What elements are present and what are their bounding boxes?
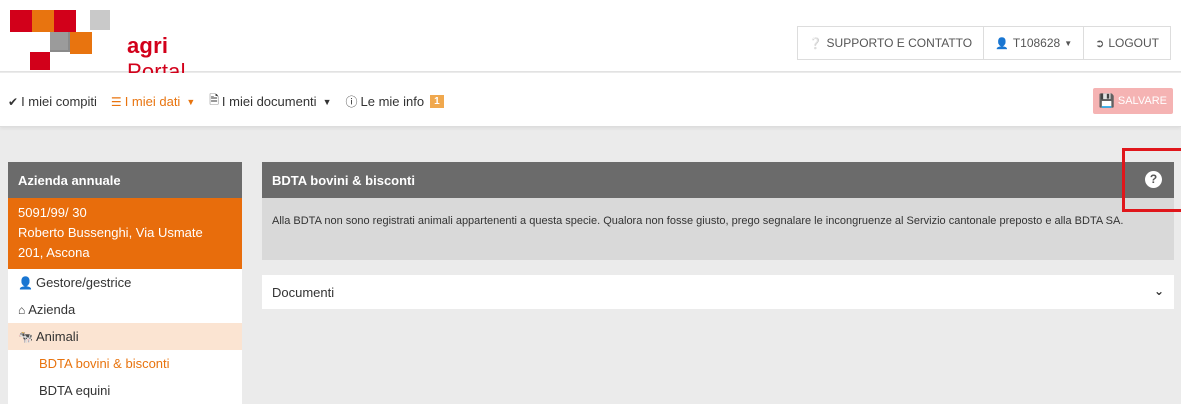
menu-item-my-documents[interactable]: 🗎 I miei documenti ▼: [209, 91, 331, 112]
logout-link[interactable]: ➲ LOGOUT: [1083, 26, 1171, 60]
content-panel: BDTA bovini & bisconti ? Alla BDTA non s…: [262, 162, 1174, 260]
caret-down-icon: ▼: [1064, 38, 1073, 48]
cow-icon: 🐄: [18, 330, 33, 344]
support-contact-link[interactable]: ❔ SUPPORTO E CONTATTO: [796, 26, 984, 60]
info-count-badge: 1: [430, 95, 444, 108]
save-label: SALVARE: [1117, 95, 1167, 107]
caret-down-icon: ▼: [322, 96, 332, 107]
selected-farm[interactable]: 5091/99/ 30 Roberto Bussenghi, Via Usmat…: [8, 198, 242, 269]
user-label: T108628: [1012, 36, 1061, 50]
caret-down-icon: ▼: [186, 96, 196, 107]
top-navigation: ❔ SUPPORTO E CONTATTO 👤 T108628 ▼ ➲ LOGO…: [796, 26, 1171, 60]
info-icon: ⓘ: [345, 95, 358, 109]
save-button[interactable]: 💾 SALVARE: [1092, 88, 1173, 114]
farm-id: 5091/99/ 30: [18, 205, 87, 220]
documents-accordion[interactable]: Documenti ⌄: [262, 275, 1174, 309]
sidebar-item-label: Animali: [35, 329, 79, 344]
main-menu: ✔ I miei compiti ☰ I miei dati ▼ 🗎 I mie…: [8, 91, 458, 112]
document-icon: 🗎: [209, 93, 219, 107]
user-icon: 👤: [995, 37, 1009, 50]
sidebar-subitem-bdta-cattle[interactable]: BDTA bovini & bisconti: [8, 350, 242, 377]
list-icon: ☰: [110, 94, 122, 109]
brand-name: agri Portal: [127, 33, 186, 84]
top-header: agri Portal ❔ SUPPORTO E CONTATTO 👤 T1086…: [0, 0, 1181, 84]
menu-item-my-info[interactable]: ⓘ Le mie info 1: [345, 93, 444, 110]
logout-icon: ➲: [1095, 37, 1105, 50]
sidebar-item-farm[interactable]: ⌂ Azienda: [8, 296, 242, 323]
documents-label: Documenti: [272, 285, 335, 300]
menu-label: I miei documenti: [221, 94, 317, 109]
info-message: Alla BDTA non sono registrati animali ap…: [262, 198, 1174, 260]
logout-label: LOGOUT: [1108, 36, 1159, 50]
home-icon: ⌂: [18, 303, 26, 317]
user-menu-dropdown[interactable]: 👤 T108628 ▼: [983, 26, 1084, 60]
sidebar-header: Azienda annuale: [8, 162, 242, 198]
menu-label: I miei compiti: [21, 94, 97, 109]
sidebar-item-label: Azienda: [28, 302, 76, 317]
farm-address-line1: Roberto Bussenghi, Via Usmate: [18, 225, 203, 240]
chevron-down-icon: ⌄: [1153, 284, 1164, 298]
menu-label: Le mie info: [360, 94, 425, 109]
menu-item-my-tasks[interactable]: ✔ I miei compiti: [8, 94, 97, 109]
sidebar-item-label: Gestore/gestrice: [35, 275, 132, 290]
panel-header: BDTA bovini & bisconti ?: [262, 162, 1174, 198]
farm-address-line2: 201, Ascona: [18, 245, 90, 260]
user-icon: 👤: [18, 276, 33, 290]
sidebar-subitem-bdta-equines[interactable]: BDTA equini: [8, 377, 242, 404]
help-highlight-box: [1122, 148, 1181, 212]
support-label: SUPPORTO E CONTATTO: [826, 36, 973, 50]
agriportal-logo[interactable]: agri Portal: [10, 10, 185, 84]
check-circle-icon: ✔: [8, 94, 19, 109]
sidebar-item-animals[interactable]: 🐄 Animali: [8, 323, 242, 350]
main-menu-bar: ✔ I miei compiti ☰ I miei dati ▼ 🗎 I mie…: [0, 73, 1181, 127]
floppy-disk-icon: 💾: [1098, 93, 1115, 108]
sidebar: Azienda annuale 5091/99/ 30 Roberto Buss…: [8, 162, 242, 404]
menu-label: I miei dati: [124, 94, 181, 109]
sidebar-item-manager[interactable]: 👤 Gestore/gestrice: [8, 269, 242, 296]
menu-item-my-data[interactable]: ☰ I miei dati ▼: [111, 94, 195, 109]
question-circle-icon: ❔: [808, 37, 823, 50]
panel-title: BDTA bovini & bisconti: [272, 173, 415, 188]
